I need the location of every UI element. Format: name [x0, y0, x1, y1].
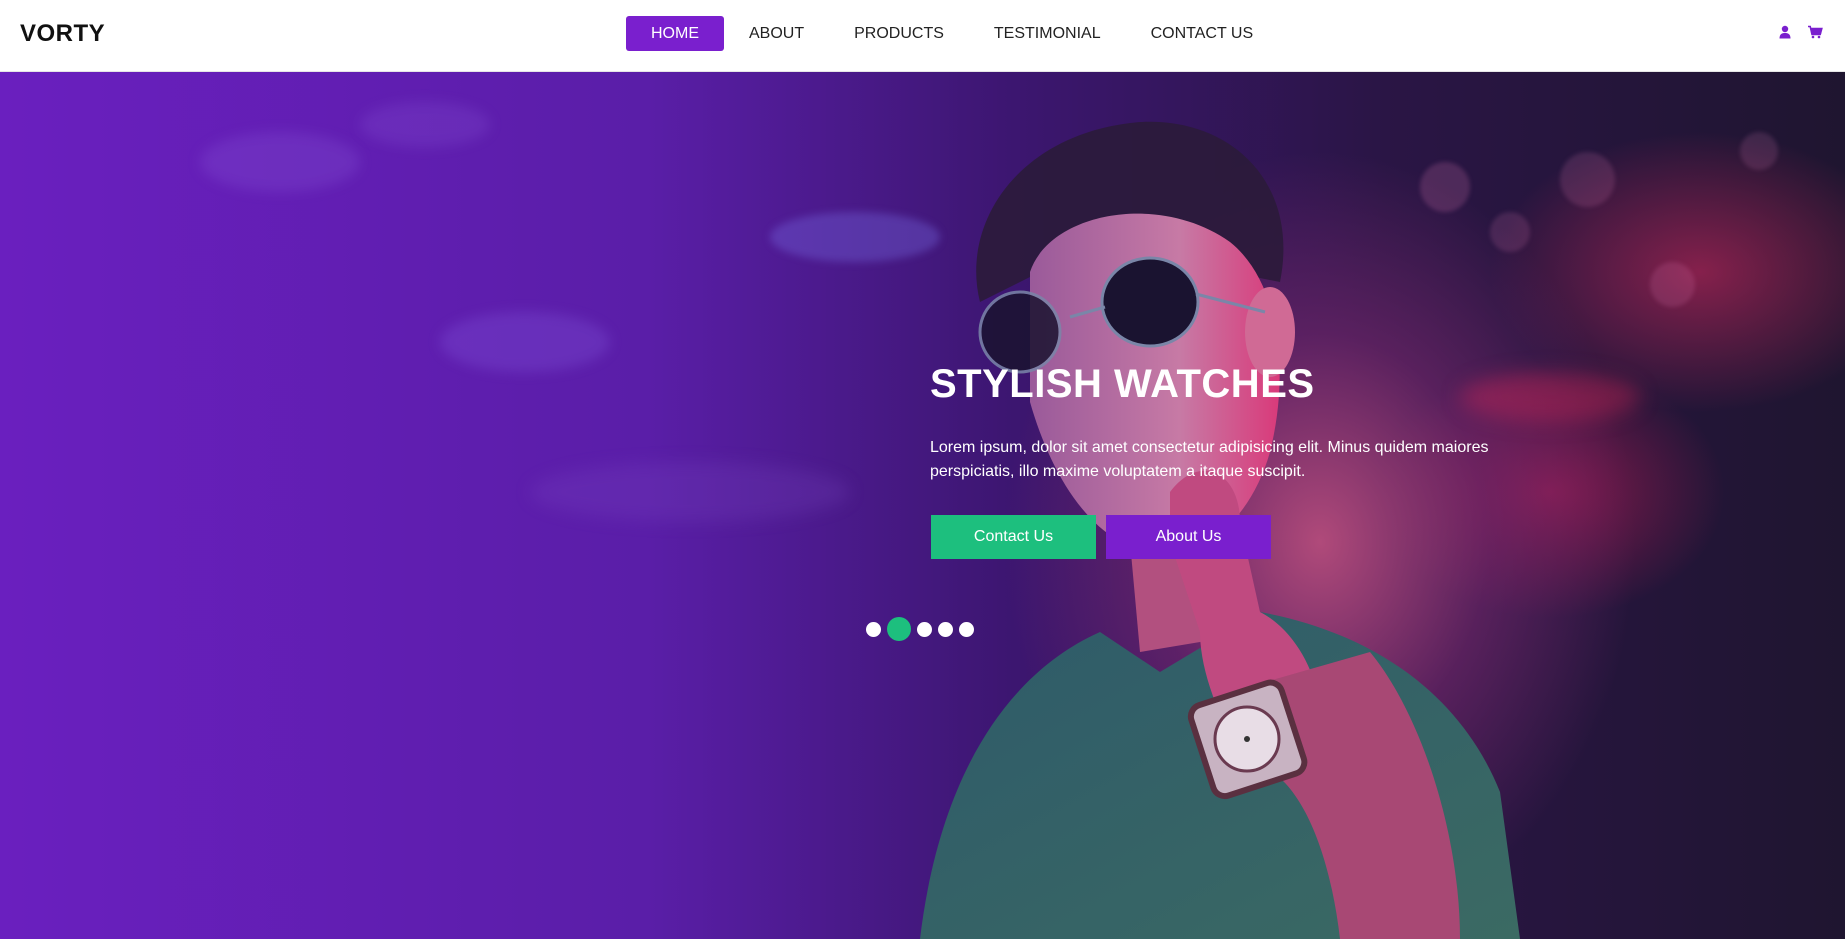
hero-buttons: Contact Us About Us — [931, 515, 1271, 559]
background-bokeh — [200, 132, 360, 192]
hero-banner: STYLISH WATCHES Lorem ipsum, dolor sit a… — [0, 72, 1845, 939]
nav-item-home[interactable]: HOME — [626, 16, 724, 51]
hero-description: Lorem ipsum, dolor sit amet consectetur … — [930, 439, 1489, 480]
nav-item-testimonial[interactable]: TESTIMONIAL — [969, 16, 1126, 51]
slider-dot[interactable] — [917, 621, 932, 637]
nav-item-products[interactable]: PRODUCTS — [829, 16, 969, 51]
hero-title: STYLISH WATCHES — [930, 362, 1315, 406]
slider-dot-active[interactable] — [887, 617, 911, 641]
contact-us-button[interactable]: Contact Us — [931, 515, 1096, 559]
main-nav: HOME ABOUT PRODUCTS TESTIMONIAL CONTACT … — [626, 16, 1278, 51]
model-photo — [920, 121, 1520, 939]
navbar: VORTY HOME ABOUT PRODUCTS TESTIMONIAL CO… — [0, 0, 1845, 72]
background-bokeh — [530, 462, 850, 522]
background-bokeh — [440, 312, 610, 372]
nav-item-about[interactable]: ABOUT — [724, 16, 829, 51]
slider-dots — [866, 617, 974, 641]
nav-icons — [1777, 24, 1823, 40]
slider-dot[interactable] — [866, 621, 881, 637]
cart-icon[interactable] — [1807, 24, 1823, 40]
nav-item-contact-us[interactable]: CONTACT US — [1126, 16, 1279, 51]
about-us-button[interactable]: About Us — [1106, 515, 1271, 559]
user-icon[interactable] — [1777, 24, 1793, 40]
slider-dot[interactable] — [938, 621, 953, 637]
background-bokeh — [360, 102, 490, 147]
slider-dot[interactable] — [959, 621, 974, 637]
brand-logo[interactable]: VORTY — [20, 20, 105, 48]
